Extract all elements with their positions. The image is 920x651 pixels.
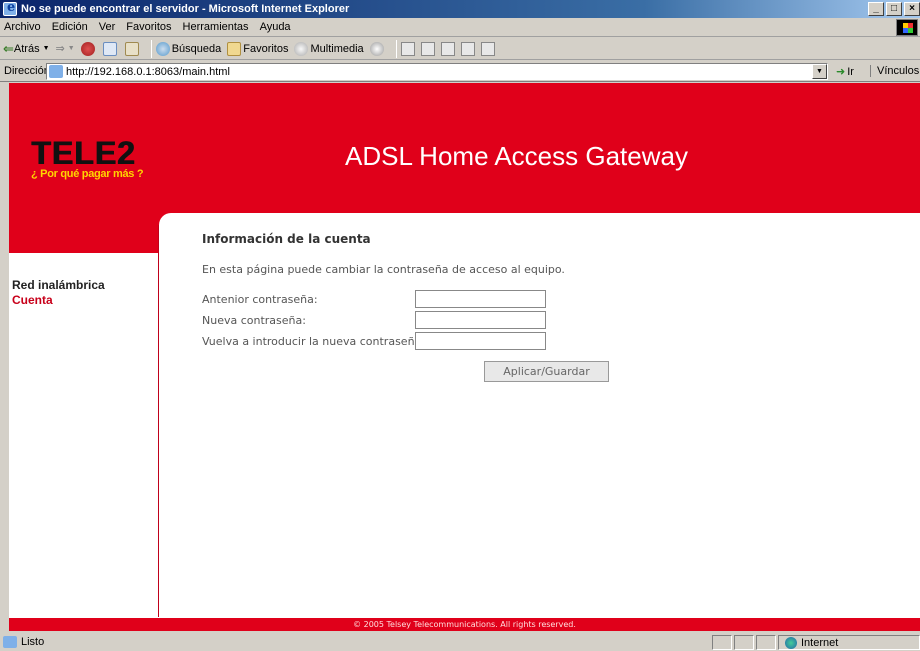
media-button[interactable]: Multimedia [294, 41, 364, 56]
windows-logo-icon [896, 19, 918, 36]
menu-bar: Archivo Edición Ver Favoritos Herramient… [0, 18, 920, 37]
favorites-icon [227, 41, 242, 56]
sidebar-item-red-inalambrica[interactable]: Red inalámbrica [12, 278, 105, 293]
page-title: ADSL Home Access Gateway [345, 141, 688, 171]
back-button[interactable]: ⇐ Atrás ▼ [3, 41, 50, 57]
status-pane [712, 635, 732, 650]
footer-copyright: © 2005 Telsey Telecommunications. All ri… [9, 618, 920, 631]
status-panes [712, 635, 776, 650]
apply-save-button[interactable]: Aplicar/Guardar [484, 361, 609, 382]
favorites-label: Favoritos [243, 42, 289, 55]
form-row: Antenior contraseña: [202, 289, 902, 310]
search-label: Búsqueda [171, 42, 222, 55]
discuss-icon[interactable] [460, 41, 475, 56]
section-title: Información de la cuenta [202, 232, 371, 246]
chevron-down-icon: ▼ [42, 45, 50, 52]
sidebar-item-cuenta[interactable]: Cuenta [12, 293, 105, 308]
page-status-icon [3, 636, 17, 648]
close-button[interactable]: × [904, 2, 920, 16]
old-password-field[interactable] [415, 290, 546, 308]
go-label: Ir [847, 65, 854, 78]
account-panel: Información de la cuenta En esta página … [202, 232, 902, 382]
new-password-label: Nueva contraseña: [202, 314, 306, 327]
form-actions: Aplicar/Guardar [202, 361, 902, 382]
status-text: Listo [21, 636, 45, 648]
stop-button[interactable] [80, 41, 97, 56]
status-pane [734, 635, 754, 650]
logo-tagline: ¿ Por qué pagar más ? [31, 168, 144, 180]
window-controls: _ □ × [868, 2, 920, 16]
home-icon [124, 41, 139, 56]
tele2-logo: TELE2 ¿ Por qué pagar más ? [31, 135, 144, 180]
go-arrow-icon: ➜ [836, 66, 846, 78]
confirm-password-label: Vuelva a introducir la nueva contraseña: [202, 335, 425, 348]
status-bar: Listo Internet [0, 633, 920, 651]
maximize-button[interactable]: □ [886, 2, 902, 16]
form-row: Nueva contraseña: [202, 310, 902, 331]
old-password-label: Antenior contraseña: [202, 293, 318, 306]
history-icon [369, 41, 384, 56]
address-input[interactable]: http://192.168.0.1:8063/main.html ▼ [46, 63, 828, 80]
links-button[interactable]: Vínculos [870, 65, 919, 77]
history-button[interactable] [369, 41, 386, 56]
search-button[interactable]: Búsqueda [155, 41, 222, 56]
page-icon [49, 65, 63, 78]
chevron-down-icon: ▼ [67, 45, 75, 52]
media-label: Multimedia [310, 42, 364, 55]
menu-edicion[interactable]: Edición [52, 21, 88, 33]
back-arrow-icon: ⇐ [3, 40, 14, 56]
new-password-field[interactable] [415, 311, 546, 329]
toolbar-separator [395, 39, 397, 58]
favorites-button[interactable]: Favoritos [227, 41, 289, 56]
refresh-button[interactable] [102, 41, 119, 56]
address-label: Dirección [4, 65, 50, 77]
media-icon [294, 41, 309, 56]
edit-icon[interactable] [440, 41, 455, 56]
web-content: TELE2 ¿ Por qué pagar más ? ADSL Home Ac… [9, 83, 920, 631]
menu-archivo[interactable]: Archivo [4, 21, 41, 33]
header-banner: TELE2 ¿ Por qué pagar más ? ADSL Home Ac… [9, 83, 920, 213]
window-title: No se puede encontrar el servidor - Micr… [21, 3, 350, 15]
globe-icon [785, 636, 797, 649]
window-title-bar[interactable]: No se puede encontrar el servidor - Micr… [0, 0, 920, 18]
menu-favoritos[interactable]: Favoritos [126, 21, 171, 33]
menu-ver[interactable]: Ver [99, 21, 116, 33]
security-zone: Internet [778, 635, 920, 650]
password-form: Antenior contraseña: Nueva contraseña: V… [202, 289, 902, 382]
home-button[interactable] [124, 41, 141, 56]
mail-icon[interactable] [400, 41, 415, 56]
minimize-button[interactable]: _ [868, 2, 884, 16]
address-dropdown-button[interactable]: ▼ [812, 64, 827, 79]
forward-arrow-icon: ⇒ [55, 43, 65, 55]
zone-label: Internet [801, 636, 839, 649]
menu-herramientas[interactable]: Herramientas [183, 21, 249, 33]
back-label: Atrás [13, 42, 40, 55]
internet-explorer-icon [3, 0, 17, 16]
menu-ayuda[interactable]: Ayuda [260, 21, 291, 33]
section-description: En esta página puede cambiar la contrase… [202, 263, 565, 276]
address-bar: Dirección http://192.168.0.1:8063/main.h… [0, 61, 920, 82]
confirm-password-field[interactable] [415, 332, 546, 350]
content-top-edge [159, 213, 920, 225]
refresh-icon [102, 41, 117, 56]
toolbar-separator [150, 39, 152, 58]
print-icon[interactable] [420, 41, 435, 56]
address-url: http://192.168.0.1:8063/main.html [66, 65, 230, 78]
forward-button[interactable]: ⇒ ▼ [56, 42, 75, 55]
sidebar-header [9, 213, 159, 253]
sidebar-nav: Red inalámbrica Cuenta [12, 278, 105, 308]
sidebar-divider [158, 225, 159, 617]
go-button[interactable]: ➜ Ir [836, 65, 854, 79]
form-row: Vuelva a introducir la nueva contraseña: [202, 331, 902, 352]
stop-icon [80, 41, 95, 56]
content-corner [159, 213, 173, 227]
status-pane [756, 635, 776, 650]
search-icon [155, 41, 170, 56]
messenger-icon[interactable] [480, 41, 495, 56]
toolbar: ⇐ Atrás ▼ ⇒ ▼ Búsqueda Favoritos Multime… [0, 38, 920, 60]
logo-text: TELE2 [31, 135, 136, 171]
